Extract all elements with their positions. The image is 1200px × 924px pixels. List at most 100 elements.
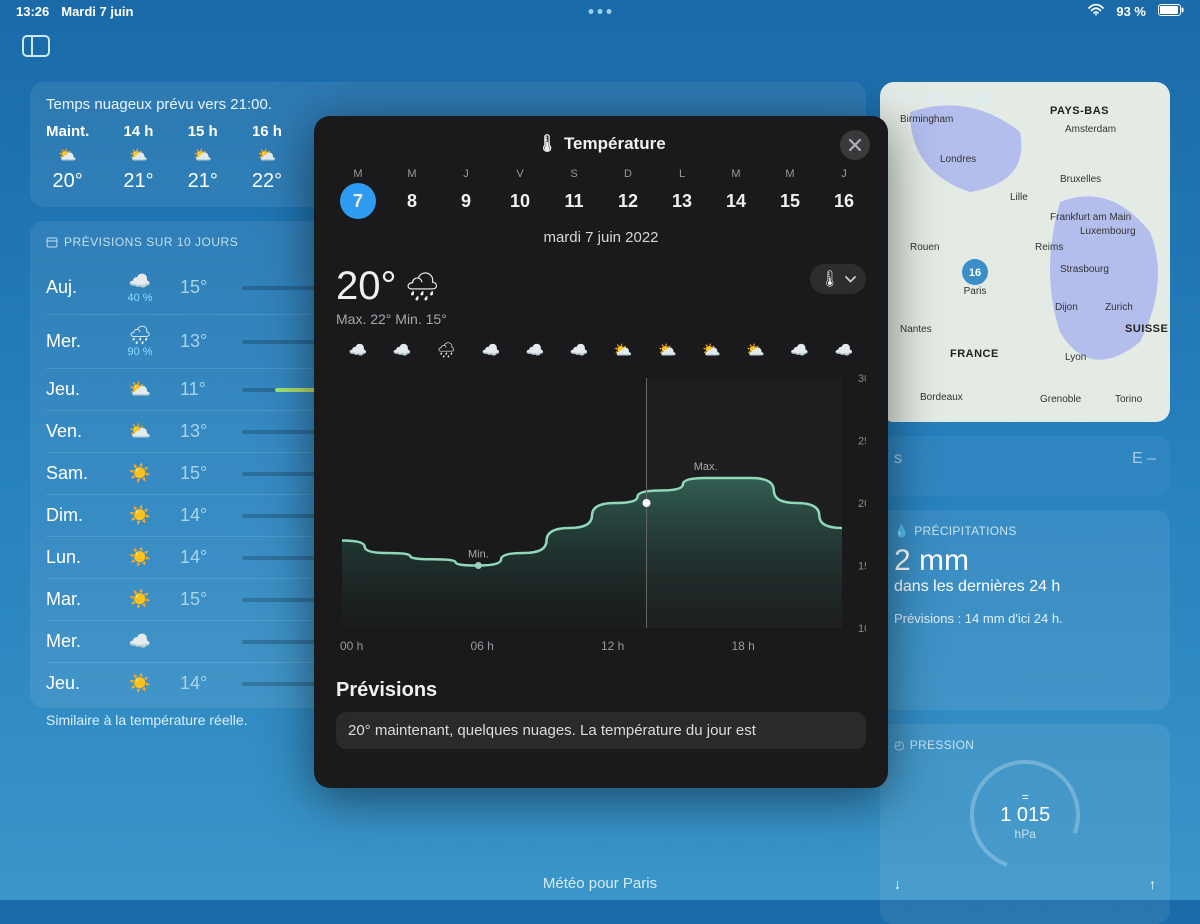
forecast-heading: Prévisions bbox=[336, 679, 866, 702]
svg-text:10: 10 bbox=[858, 623, 866, 635]
condition-icon: 🌧 bbox=[437, 341, 456, 359]
close-icon bbox=[848, 138, 862, 152]
weather-icon: ☀️ bbox=[118, 463, 162, 484]
hourly-item[interactable]: 14 h⛅21° bbox=[123, 123, 153, 193]
date-picker-day[interactable]: S11 bbox=[552, 168, 596, 219]
svg-text:SUISSE: SUISSE bbox=[1125, 323, 1168, 335]
battery-pct: 93 % bbox=[1116, 4, 1146, 19]
condition-icon: ⛅ bbox=[614, 341, 633, 359]
feelslike-snippet: Similaire à la température réelle. bbox=[46, 712, 303, 728]
precipitation-card[interactable]: 💧PRÉCIPITATIONS 2 mm dans les dernières … bbox=[880, 510, 1170, 710]
svg-text:Bordeaux: Bordeaux bbox=[920, 392, 963, 403]
svg-text:FRANCE: FRANCE bbox=[950, 348, 999, 360]
modal-full-date: mardi 7 juin 2022 bbox=[336, 229, 866, 246]
temperature-modal: 🌡 Température M7M8J9V10S11D12L13M14M15J1… bbox=[314, 116, 888, 788]
svg-text:Min.: Min. bbox=[468, 549, 489, 561]
date-picker-day[interactable]: D12 bbox=[606, 168, 650, 219]
chart-x-axis: 00 h06 h12 h18 h bbox=[336, 639, 866, 653]
date-picker[interactable]: M7M8J9V10S11D12L13M14M15J16 bbox=[336, 168, 866, 219]
partly-cloudy-icon: ⛅ bbox=[129, 146, 148, 164]
chevron-down-icon bbox=[845, 270, 856, 288]
date-picker-day[interactable]: M7 bbox=[336, 168, 380, 219]
weather-icon: ⛅ bbox=[118, 379, 162, 400]
weather-icon: ☀️ bbox=[118, 673, 162, 694]
svg-text:Strasbourg: Strasbourg bbox=[1060, 264, 1109, 275]
thermometer-icon: 🌡 bbox=[536, 134, 558, 154]
partly-cloudy-icon: ⛅ bbox=[193, 146, 212, 164]
svg-text:Luxembourg: Luxembourg bbox=[1080, 226, 1136, 237]
svg-text:30: 30 bbox=[858, 373, 866, 385]
condition-icon: ☁️ bbox=[526, 341, 545, 359]
modal-maxmin: Max. 22° Min. 15° bbox=[336, 311, 447, 327]
date-picker-day[interactable]: L13 bbox=[660, 168, 704, 219]
weather-icon: 🌧90 % bbox=[118, 325, 162, 358]
status-date: Mardi 7 juin bbox=[61, 4, 133, 19]
calendar-icon bbox=[46, 236, 58, 248]
thermometer-icon: 🌡 bbox=[820, 269, 840, 289]
hourly-item[interactable]: Maint.⛅20° bbox=[46, 123, 89, 193]
condition-icon: ☁️ bbox=[834, 341, 853, 359]
condition-icon: ☁️ bbox=[349, 341, 368, 359]
partly-cloudy-icon: ⛅ bbox=[258, 146, 277, 164]
unit-selector[interactable]: 🌡 bbox=[810, 264, 866, 294]
date-picker-day[interactable]: M8 bbox=[390, 168, 434, 219]
svg-text:PAYS-BAS: PAYS-BAS bbox=[1050, 105, 1109, 117]
svg-text:Lyon: Lyon bbox=[1065, 352, 1086, 363]
multitask-dots[interactable] bbox=[589, 9, 612, 14]
partly-cloudy-icon: ⛅ bbox=[58, 146, 77, 164]
precip-foot: Prévisions : 14 mm d'ici 24 h. bbox=[894, 611, 1156, 626]
condition-icon: ⛅ bbox=[702, 341, 721, 359]
svg-text:Zurich: Zurich bbox=[1105, 302, 1133, 313]
svg-text:Londres: Londres bbox=[940, 154, 976, 165]
svg-text:Paris: Paris bbox=[964, 286, 987, 297]
forecast-text: 20° maintenant, quelques nuages. La temp… bbox=[336, 712, 866, 749]
footer-location[interactable]: Météo pour Paris bbox=[543, 875, 657, 892]
weather-rain-icon: 🌧 bbox=[405, 270, 441, 303]
svg-text:Bruxelles: Bruxelles bbox=[1060, 174, 1101, 185]
svg-text:Nantes: Nantes bbox=[900, 324, 932, 335]
pressure-card[interactable]: ◴PRESSION = 1 015 hPa ↓↑ bbox=[880, 724, 1170, 924]
svg-text:Torino: Torino bbox=[1115, 394, 1143, 405]
weather-icon: ☁️40 % bbox=[118, 271, 162, 304]
condition-icon: ☁️ bbox=[393, 341, 412, 359]
pressure-gauge: = 1 015 hPa bbox=[952, 742, 1098, 888]
date-picker-day[interactable]: J16 bbox=[822, 168, 866, 219]
map-heading: ..PRÉCIPITATIONS bbox=[894, 92, 993, 106]
svg-text:Max.: Max. bbox=[694, 461, 718, 473]
weather-icon: ☀️ bbox=[118, 589, 162, 610]
precip-value: 2 mm bbox=[894, 544, 1156, 577]
status-bar: 13:26 Mardi 7 juin 93 % bbox=[0, 0, 1200, 23]
date-picker-day[interactable]: M14 bbox=[714, 168, 758, 219]
svg-text:Grenoble: Grenoble bbox=[1040, 394, 1082, 405]
modal-current-temp: 20° 🌧 bbox=[336, 264, 447, 309]
hourly-item[interactable]: 16 h⛅22° bbox=[252, 123, 282, 193]
weather-icon: ⛅ bbox=[118, 421, 162, 442]
svg-text:Amsterdam: Amsterdam bbox=[1065, 124, 1116, 135]
wifi-icon bbox=[1088, 4, 1104, 19]
date-picker-day[interactable]: V10 bbox=[498, 168, 542, 219]
svg-text:15: 15 bbox=[858, 561, 866, 573]
svg-text:Birmingham: Birmingham bbox=[900, 114, 953, 125]
svg-text:Dijon: Dijon bbox=[1055, 302, 1078, 313]
condition-icon: ⛅ bbox=[658, 341, 677, 359]
temperature-chart: Min. Max. 1015202530 bbox=[336, 363, 866, 663]
svg-text:Reims: Reims bbox=[1035, 242, 1063, 253]
hourly-item[interactable]: 15 h⛅21° bbox=[188, 123, 218, 193]
date-picker-day[interactable]: M15 bbox=[768, 168, 812, 219]
modal-title: 🌡 Température bbox=[536, 134, 665, 154]
wind-card[interactable]: s E – bbox=[880, 436, 1170, 496]
condition-icon: ☁️ bbox=[570, 341, 589, 359]
svg-text:20: 20 bbox=[858, 498, 866, 510]
weather-icon: ☀️ bbox=[118, 505, 162, 526]
precipitation-map[interactable]: ..PRÉCIPITATIONS 16 Paris Birmingham Ams… bbox=[880, 82, 1170, 422]
chart-hourly-icons: ☁️☁️🌧☁️☁️☁️⛅⛅⛅⛅☁️☁️ bbox=[336, 341, 866, 359]
status-time: 13:26 bbox=[16, 4, 49, 19]
date-picker-day[interactable]: J9 bbox=[444, 168, 488, 219]
gauge-icon: ◴ bbox=[894, 738, 905, 752]
droplet-icon: 💧 bbox=[894, 524, 909, 538]
sidebar-toggle-button[interactable] bbox=[22, 35, 1200, 62]
close-button[interactable] bbox=[840, 130, 870, 160]
svg-text:Lille: Lille bbox=[1010, 192, 1028, 203]
precip-sub: dans les dernières 24 h bbox=[894, 577, 1156, 597]
svg-text:16: 16 bbox=[969, 267, 981, 279]
